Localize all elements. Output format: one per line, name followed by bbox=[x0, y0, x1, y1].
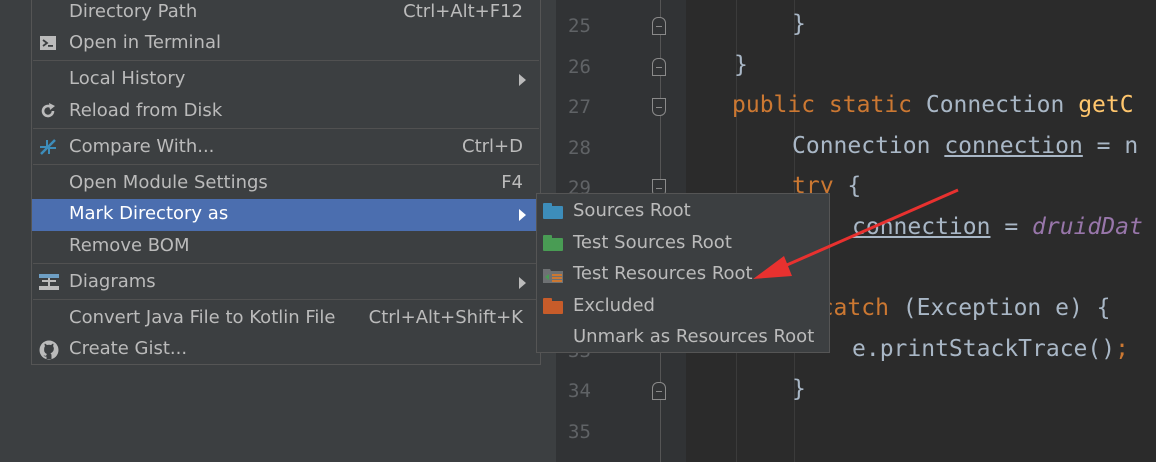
annotation-arrow-icon bbox=[753, 188, 959, 279]
